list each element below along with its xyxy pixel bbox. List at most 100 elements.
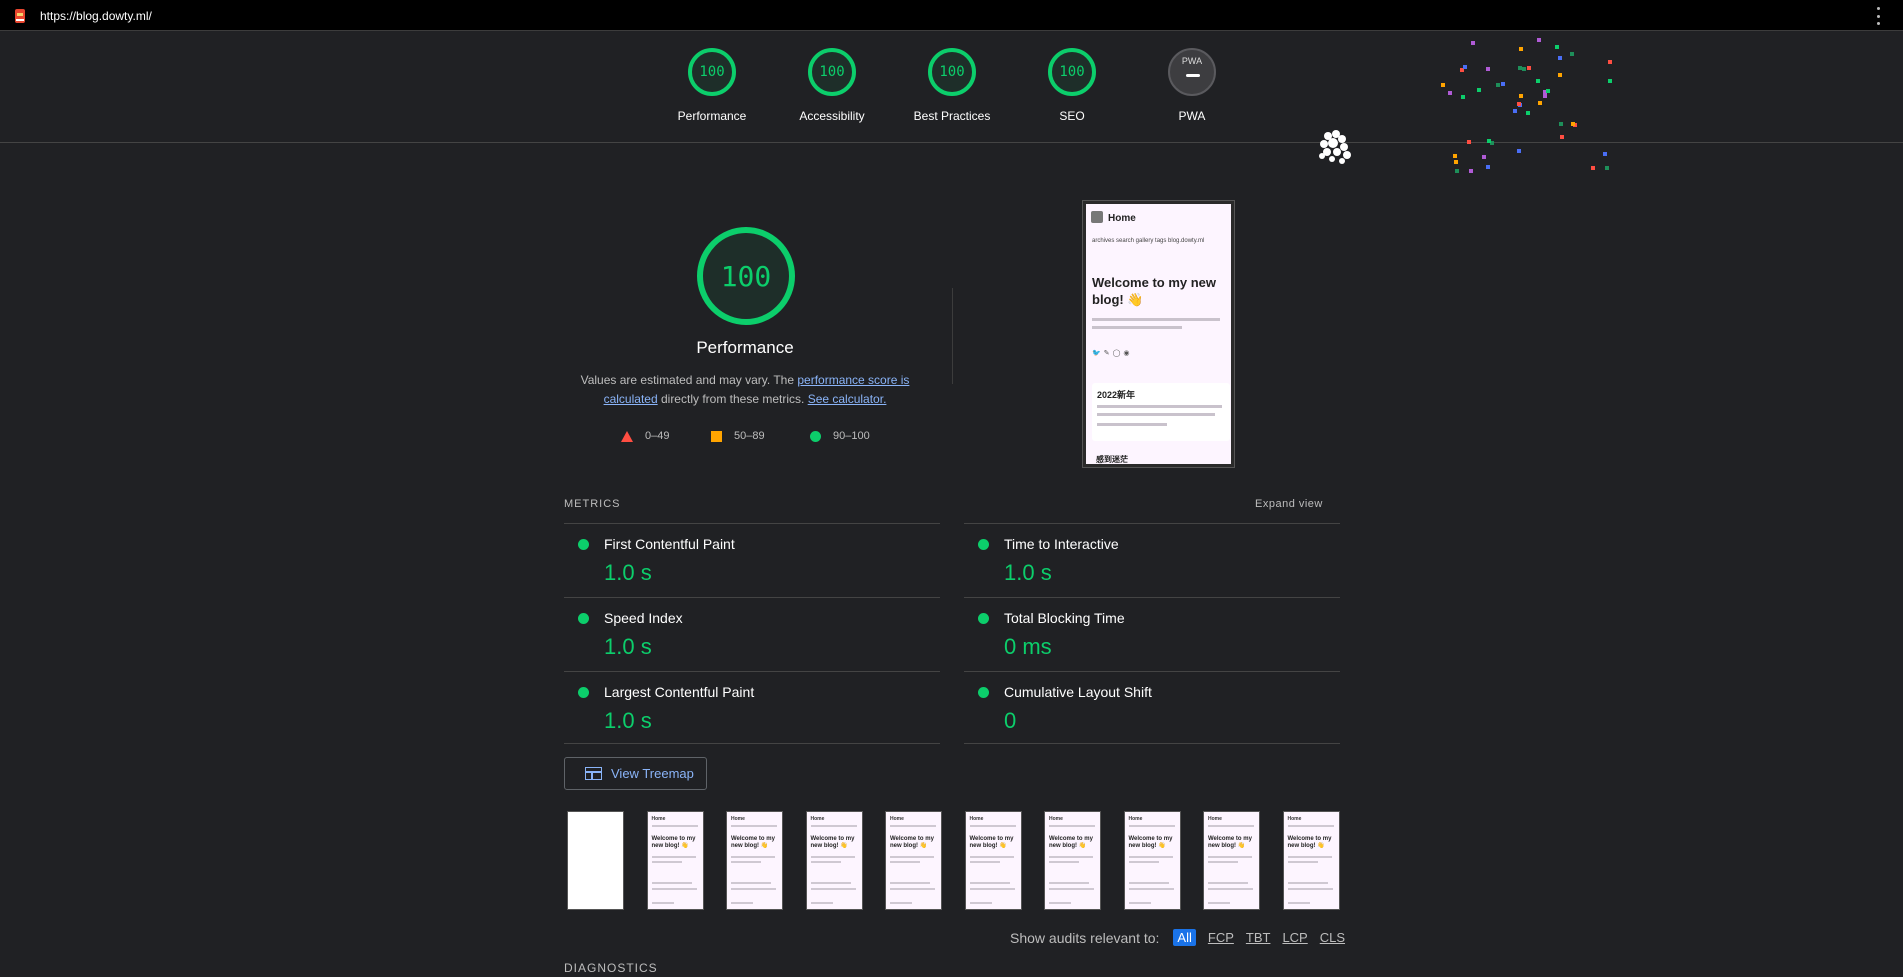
pwa-badge-icon: PWA xyxy=(1168,48,1216,96)
gauge-label: Accessibility xyxy=(799,109,865,123)
gauge-label: Performance xyxy=(677,109,747,123)
metric-title: First Contentful Paint xyxy=(604,536,735,552)
text-line xyxy=(1208,825,1254,827)
text-line xyxy=(810,888,856,890)
text-line xyxy=(1287,888,1333,890)
gauge-label: Best Practices xyxy=(913,109,991,123)
filmstrip-frame: Home Welcome to my new blog! 👋 xyxy=(1123,811,1181,910)
text-line xyxy=(890,856,934,858)
treemap-icon xyxy=(585,767,602,780)
text-line xyxy=(1128,882,1169,884)
metric-title: Time to Interactive xyxy=(1004,536,1119,552)
metric-title: Largest Contentful Paint xyxy=(604,684,755,700)
text-line xyxy=(1049,825,1095,827)
text-line xyxy=(890,861,920,863)
metric-value: 1.0 s xyxy=(604,560,652,585)
frame-home: Home xyxy=(969,816,984,822)
see-calculator-link[interactable]: See calculator. xyxy=(808,392,887,406)
filter-chip-lcp[interactable]: LCP xyxy=(1282,930,1307,945)
screenshot-card: 2022新年 xyxy=(1092,383,1230,441)
metric-value: 1.0 s xyxy=(1004,560,1052,585)
filter-chip-tbt[interactable]: TBT xyxy=(1246,930,1271,945)
text-line xyxy=(1208,861,1238,863)
text-line xyxy=(651,825,698,827)
text-line xyxy=(1049,861,1079,863)
metric-cls: Cumulative Layout Shift 0 xyxy=(964,671,1340,745)
text-line xyxy=(1287,825,1334,827)
final-screenshot[interactable]: Home archives search gallery tags blog.d… xyxy=(1082,200,1235,468)
desc-text: Values are estimated and may vary. The xyxy=(580,373,798,387)
text-line xyxy=(1092,326,1182,329)
gauge-pwa[interactable]: PWA PWA xyxy=(1132,48,1252,123)
frame-home: Home xyxy=(731,816,745,822)
frame-heading: Welcome to my new blog! 👋 xyxy=(1208,836,1252,849)
metric-title: Cumulative Layout Shift xyxy=(1004,684,1152,700)
frame-heading: Welcome to my new blog! 👋 xyxy=(1287,836,1332,849)
divider xyxy=(952,288,953,384)
screenshot-nav: archives search gallery tags blog.dowty.… xyxy=(1092,238,1205,244)
text-line xyxy=(1287,902,1310,904)
filter-chip-all[interactable]: All xyxy=(1173,929,1196,946)
gauge-seo[interactable]: 100 SEO xyxy=(1012,48,1132,123)
text-line xyxy=(731,882,771,884)
text-line xyxy=(651,888,697,890)
tools-menu-icon[interactable] xyxy=(1877,7,1881,25)
expand-view-toggle[interactable]: Expand view xyxy=(1255,498,1323,510)
circle-icon xyxy=(810,430,821,442)
view-treemap-button[interactable]: View Treemap xyxy=(564,757,707,790)
filmstrip-frame xyxy=(567,811,624,910)
text-line xyxy=(810,902,833,904)
frame-heading: Welcome to my new blog! 👋 xyxy=(1049,836,1093,849)
card-title: 2022新年 xyxy=(1097,390,1136,400)
legend-range: 0–49 xyxy=(645,430,670,442)
frame-heading: Welcome to my new blog! 👋 xyxy=(731,836,775,849)
metric-tbt: Total Blocking Time 0 ms xyxy=(964,597,1340,671)
text-line xyxy=(890,825,936,827)
top-bar: https://blog.dowty.ml/ xyxy=(0,0,1903,31)
pwa-badge-text: PWA xyxy=(1181,56,1203,66)
pass-circle-icon xyxy=(978,539,989,550)
text-line xyxy=(1128,902,1151,904)
desc-text: directly from these metrics. xyxy=(657,392,808,406)
legend-average: 50–89 xyxy=(711,430,765,442)
gauge-score: 100 xyxy=(688,48,736,96)
text-line xyxy=(651,861,682,863)
gauge-score: 100 xyxy=(808,48,856,96)
metric-speed-index: Speed Index 1.0 s xyxy=(564,597,940,671)
audits-filter-label: Show audits relevant to: xyxy=(1010,929,1160,946)
filmstrip-frame: Home Welcome to my new blog! 👋 xyxy=(726,811,783,910)
text-line xyxy=(1092,318,1220,321)
performance-main-gauge: 100 xyxy=(697,227,795,325)
metric-title: Speed Index xyxy=(604,610,683,626)
text-line xyxy=(731,888,776,890)
frame-home: Home xyxy=(1049,816,1063,822)
filter-chip-cls[interactable]: CLS xyxy=(1320,930,1345,945)
text-line xyxy=(1049,882,1089,884)
lighthouse-icon xyxy=(15,9,25,23)
legend-range: 90–100 xyxy=(833,430,870,442)
gauge-best-practices[interactable]: 100 Best Practices xyxy=(892,48,1012,123)
text-line xyxy=(1128,888,1174,890)
filmstrip-frame: Home Welcome to my new blog! 👋 xyxy=(964,811,1022,910)
text-line xyxy=(969,902,992,904)
confetti-decoration xyxy=(1440,35,1620,175)
filmstrip-frame: Home Welcome to my new blog! 👋 xyxy=(1282,811,1340,910)
frame-home: Home xyxy=(651,816,666,822)
report-url[interactable]: https://blog.dowty.ml/ xyxy=(40,9,152,23)
filter-chip-fcp[interactable]: FCP xyxy=(1208,930,1234,945)
filmstrip-frame: Home Welcome to my new blog! 👋 xyxy=(1203,811,1260,910)
text-line xyxy=(890,882,930,884)
frame-heading: Welcome to my new blog! 👋 xyxy=(969,836,1014,849)
text-line xyxy=(1049,856,1093,858)
frame-home: Home xyxy=(1208,816,1222,822)
text-line xyxy=(1128,861,1159,863)
gauge-accessibility[interactable]: 100 Accessibility xyxy=(772,48,892,123)
gauge-label: PWA xyxy=(1178,109,1206,123)
pass-circle-icon xyxy=(578,539,589,550)
social-icons: 🐦✎◯◉ xyxy=(1092,350,1133,357)
filmstrip-frame: Home Welcome to my new blog! 👋 xyxy=(805,811,863,910)
metric-fcp: First Contentful Paint 1.0 s xyxy=(564,523,940,597)
text-line xyxy=(810,882,851,884)
gauge-performance[interactable]: 100 Performance xyxy=(652,48,772,123)
text-line xyxy=(1208,902,1230,904)
